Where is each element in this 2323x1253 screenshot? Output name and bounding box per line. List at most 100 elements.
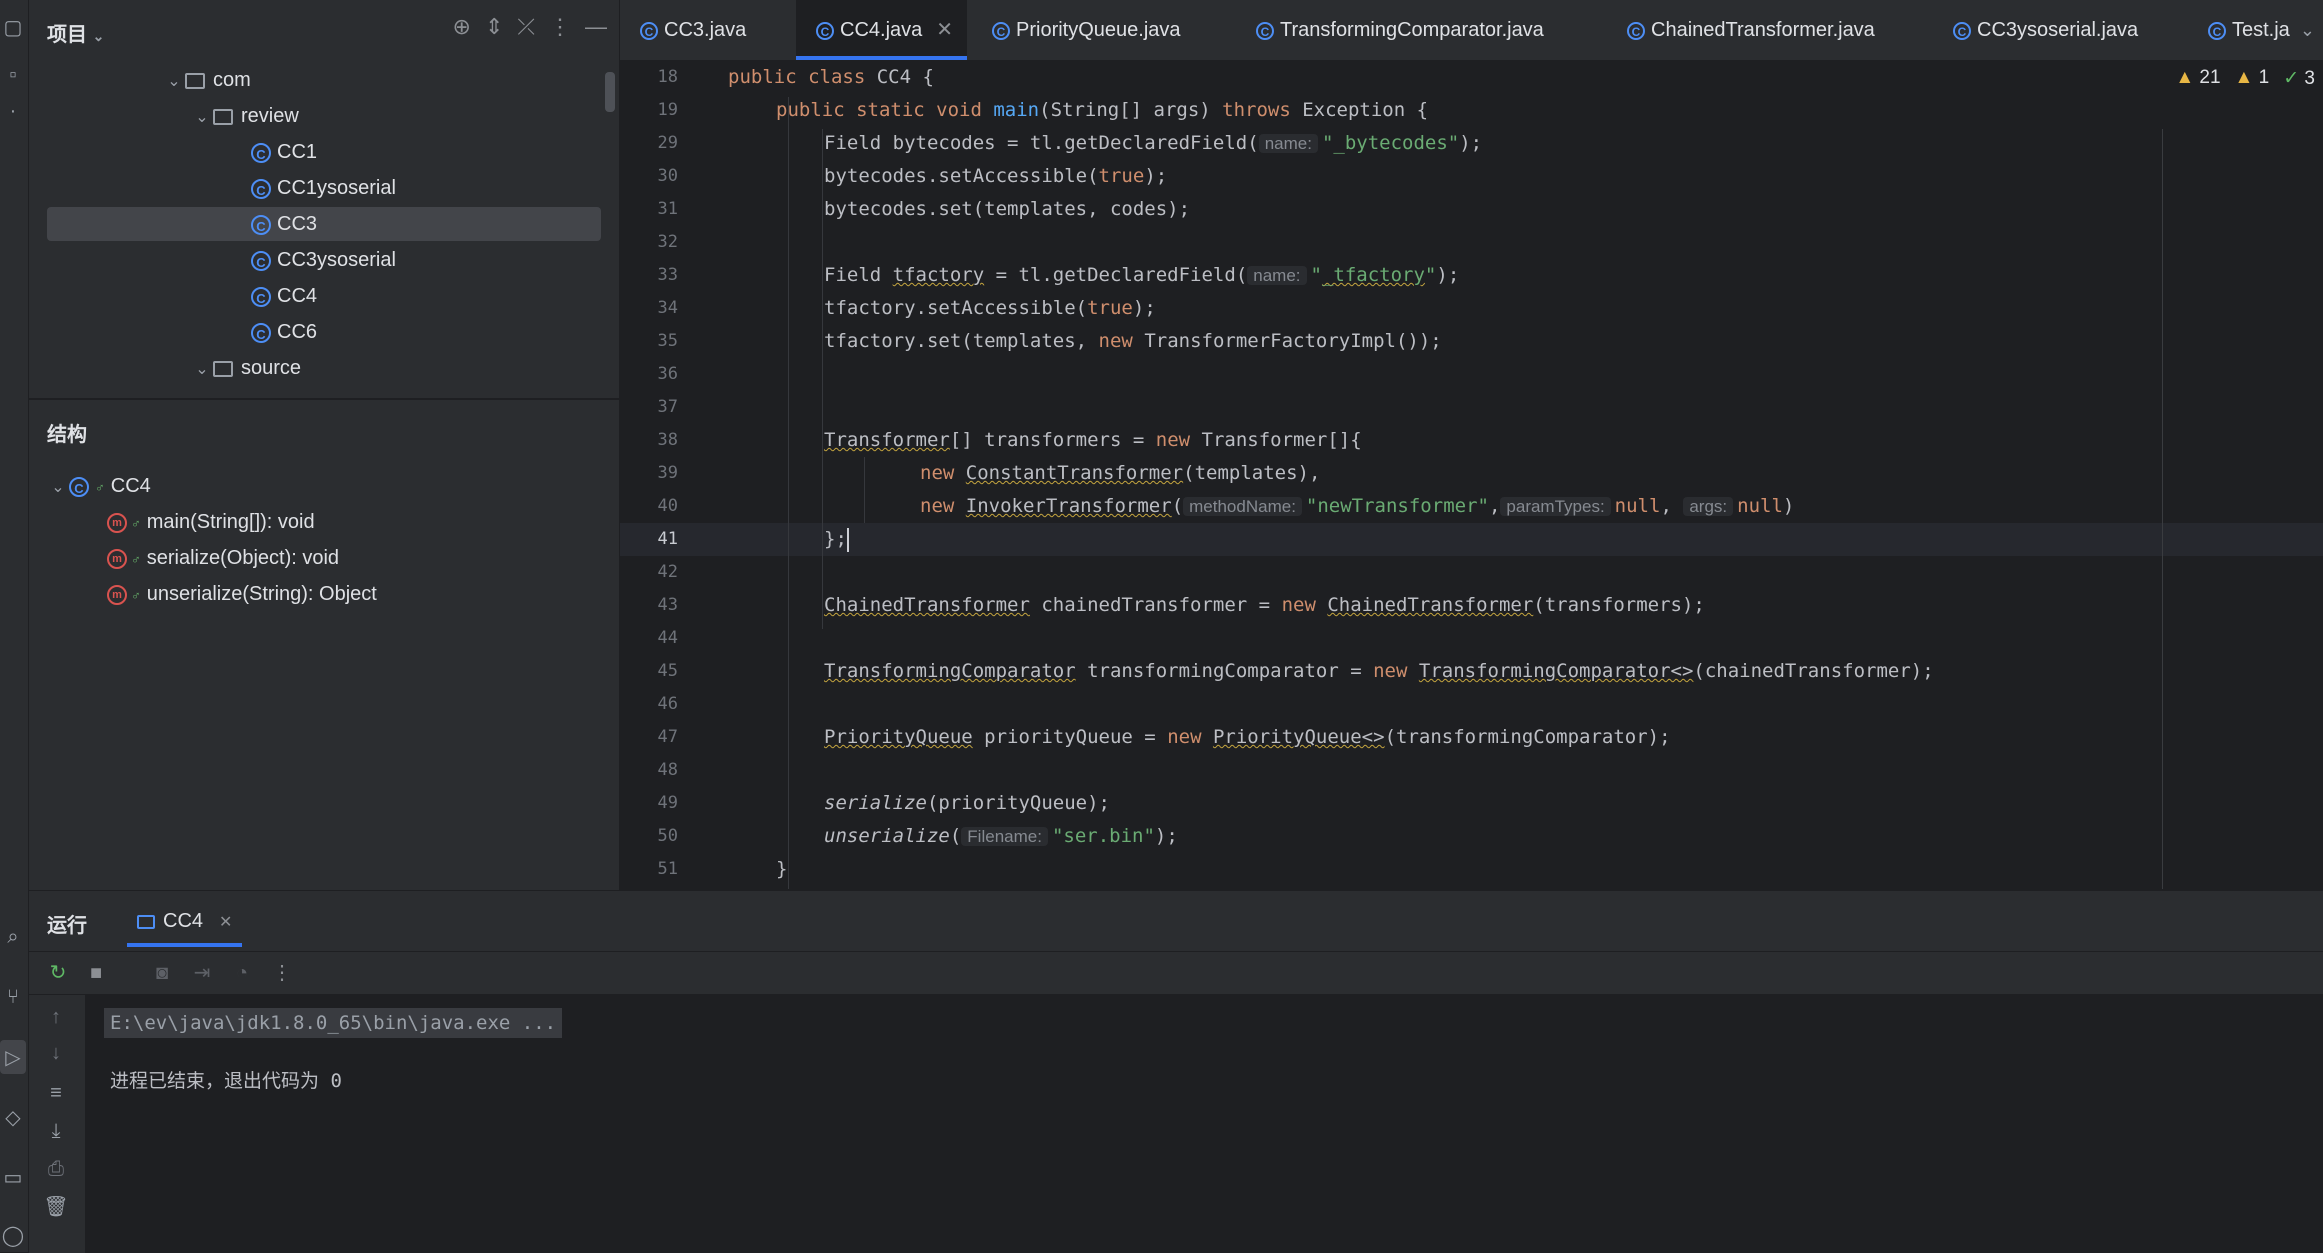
structure-member-main[interactable]: m ♂ main(String[]): void xyxy=(107,505,315,539)
options-icon[interactable]: ⋮ xyxy=(549,14,571,40)
terminal-icon[interactable]: ▭ xyxy=(0,1160,26,1194)
code-line: Field bytecodes = tl.getDeclaredField(na… xyxy=(824,132,1483,154)
structure-panel-title: 结构 xyxy=(47,424,87,446)
run-tab-cc4[interactable]: CC4 ✕ xyxy=(127,899,243,947)
screenshot-icon[interactable]: ◙ xyxy=(147,958,177,988)
method-icon: m xyxy=(107,512,127,533)
code-line: bytecodes.setAccessible(true); xyxy=(824,165,1168,187)
rerun-icon[interactable]: ↻ xyxy=(43,958,73,988)
tab-cc3-java[interactable]: C CC3.java xyxy=(620,0,746,60)
run-panel: 运行 CC4 ✕ ↻ ■ ◙ ⇥ ◔ ⋮ ↑ ↓ ≡ ⤓ ⎙ 🗑 E:\ev\ja… xyxy=(29,890,2323,1253)
problems-icon[interactable]: ◯ xyxy=(0,1218,26,1252)
class-icon: C xyxy=(251,250,271,271)
code-line: TransformingComparator transformingCompa… xyxy=(824,660,1934,682)
package-icon xyxy=(213,360,233,377)
structure-member-unserialize[interactable]: m ♂ unserialize(String): Object xyxy=(107,577,377,611)
line-gutter: 18 19 29 30 31 32 33 34 35 36 37 38 39 4… xyxy=(620,61,716,889)
line-number: 18 xyxy=(657,67,678,87)
line-number: 38 xyxy=(657,430,678,450)
public-icon: ♂ xyxy=(131,552,141,567)
scroll-to-end-icon[interactable]: ⤓ xyxy=(41,1116,71,1146)
structure-tool-icon[interactable]: ▫ xyxy=(0,58,26,92)
scroll-up-icon[interactable]: ↑ xyxy=(41,1002,71,1032)
line-number: 46 xyxy=(657,694,678,714)
line-number: 32 xyxy=(657,232,678,252)
tab-chainedtransformer-java[interactable]: C ChainedTransformer.java xyxy=(1607,0,1875,60)
console-output[interactable]: E:\ev\java\jdk1.8.0_65\bin\java.exe ... … xyxy=(86,994,2323,1253)
line-number: 37 xyxy=(657,397,678,417)
more-options-icon[interactable]: ⋮ xyxy=(267,958,297,988)
tree-item-review[interactable]: ⌄ review xyxy=(191,99,299,133)
line-number: 29 xyxy=(657,133,678,153)
structure-root[interactable]: ⌄ C ♂ CC4 xyxy=(47,469,150,505)
tree-item-cc1ysoserial[interactable]: C CC1ysoserial xyxy=(251,171,396,205)
tree-item-cc3[interactable]: C CC3 xyxy=(47,207,601,241)
code-line: ChainedTransformer chainedTransformer = … xyxy=(824,594,1705,616)
code-editor[interactable]: ▲ 21 ▲ 1 ✓ 3 18 19 29 30 31 32 33 34 35 … xyxy=(620,61,2323,889)
tree-item-source[interactable]: ⌄ source xyxy=(191,351,301,385)
code-line: serialize(priorityQueue); xyxy=(824,792,1110,814)
code-line: PriorityQueue priorityQueue = new Priori… xyxy=(824,726,1671,748)
chevron-down-icon[interactable]: ⌄ xyxy=(47,471,69,505)
git-icon[interactable]: ⑂ xyxy=(0,980,26,1014)
tab-cc4-java[interactable]: C CC4.java ✕ xyxy=(796,0,968,60)
close-icon[interactable]: ✕ xyxy=(936,19,953,41)
code-line: }; xyxy=(824,527,849,552)
line-number: 43 xyxy=(657,595,678,615)
tab-transformingcomparator-java[interactable]: C TransformingComparator.java xyxy=(1236,0,1544,60)
close-icon[interactable]: ✕ xyxy=(219,914,232,931)
profiler-icon[interactable]: ◔ xyxy=(227,958,257,988)
line-number: 35 xyxy=(657,331,678,351)
more-tools-icon[interactable]: · xyxy=(0,94,26,128)
locate-icon[interactable]: ⊕ xyxy=(453,14,471,40)
print-icon[interactable]: ⎙ xyxy=(41,1154,71,1184)
export-icon[interactable]: ⇥ xyxy=(187,958,217,988)
code-line: new ConstantTransformer(templates), xyxy=(920,462,1321,484)
chevron-down-icon[interactable]: ⌄ xyxy=(191,101,213,135)
chevron-down-icon[interactable]: ⌄ xyxy=(163,65,185,99)
parameter-hint: methodName: xyxy=(1183,497,1302,516)
package-icon xyxy=(213,108,233,125)
search-icon[interactable]: ⌕ xyxy=(0,920,26,954)
class-icon: C xyxy=(251,286,271,307)
run-tool-icon[interactable]: ▷ xyxy=(0,1040,26,1074)
run-config-icon xyxy=(137,914,155,929)
tree-item-cc6[interactable]: C CC6 xyxy=(251,315,317,349)
structure-panel: 结构 ⌄ C ♂ CC4 m ♂ main(String[]): void m ♂ seria… xyxy=(29,399,619,890)
tab-test-java[interactable]: C Test.ja xyxy=(2188,0,2290,60)
tab-list-chevron-icon[interactable]: ⌄ xyxy=(2300,0,2315,60)
method-icon: m xyxy=(107,584,127,605)
expand-all-icon[interactable]: ⇕ xyxy=(485,14,503,40)
soft-wrap-icon[interactable]: ≡ xyxy=(41,1078,71,1108)
tab-priorityqueue-java[interactable]: C PriorityQueue.java xyxy=(972,0,1181,60)
trash-icon[interactable]: 🗑 xyxy=(41,1192,71,1222)
code-area[interactable]: public class CC4 { public static void ma… xyxy=(728,61,2308,889)
line-number: 44 xyxy=(657,628,678,648)
method-icon: m xyxy=(107,548,127,569)
tree-item-cc1[interactable]: C CC1 xyxy=(251,135,317,169)
tree-item-com[interactable]: ⌄ com xyxy=(163,63,251,97)
console-command-line[interactable]: E:\ev\java\jdk1.8.0_65\bin\java.exe ... xyxy=(104,1008,563,1038)
collapse-all-icon[interactable]: ⤫ xyxy=(517,14,535,40)
tree-item-cc4[interactable]: C CC4 xyxy=(251,279,317,313)
public-icon: ♂ xyxy=(95,480,105,495)
project-panel-title[interactable]: 项目 ⌄ xyxy=(47,18,104,47)
line-number: 30 xyxy=(657,166,678,186)
tab-cc3ysoserial-java[interactable]: C CC3ysoserial.java xyxy=(1933,0,2138,60)
stop-icon[interactable]: ■ xyxy=(81,958,111,988)
class-icon: C xyxy=(640,21,658,40)
services-icon[interactable]: ◇ xyxy=(0,1100,26,1134)
scroll-down-icon[interactable]: ↓ xyxy=(41,1038,71,1068)
structure-member-serialize[interactable]: m ♂ serialize(Object): void xyxy=(107,541,339,575)
project-toolbar: ⊕ ⇕ ⤫ ⋮ — xyxy=(453,14,607,40)
class-icon: C xyxy=(1256,21,1274,40)
class-icon: C xyxy=(992,21,1010,40)
hide-icon[interactable]: — xyxy=(585,14,607,40)
package-icon xyxy=(185,72,205,89)
chevron-down-icon[interactable]: ⌄ xyxy=(191,353,213,387)
tree-item-cc3ysoserial[interactable]: C CC3ysoserial xyxy=(251,243,396,277)
project-tool-icon[interactable]: ▢ xyxy=(0,10,26,44)
project-scrollbar[interactable] xyxy=(605,72,615,112)
code-line: Field tfactory = tl.getDeclaredField(nam… xyxy=(824,264,1460,286)
parameter-hint: Filename: xyxy=(961,827,1048,846)
